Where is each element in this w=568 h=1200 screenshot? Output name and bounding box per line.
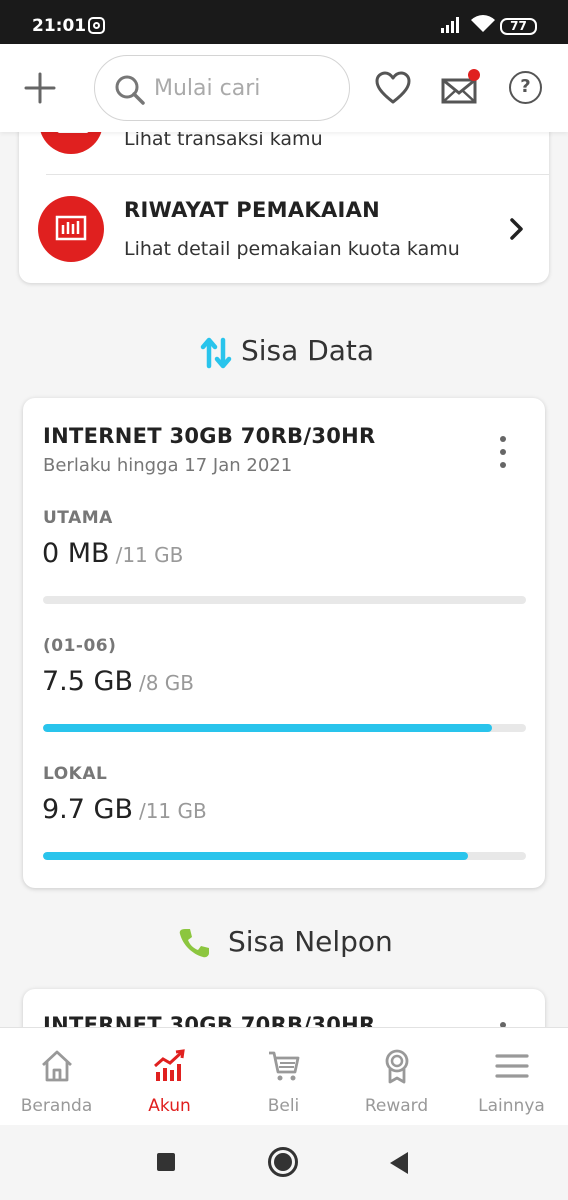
status-bar: 21:01 77 — [0, 0, 568, 44]
help-icon[interactable]: ? — [509, 71, 542, 104]
search-placeholder: Mulai cari — [154, 76, 261, 101]
quota-progress-fill — [43, 852, 469, 860]
nav-lainnya[interactable]: Lainnya — [455, 1028, 568, 1126]
quota-total: /11 GB — [138, 799, 207, 823]
battery-icon: 77 — [500, 18, 537, 35]
nav-beranda[interactable]: Beranda — [0, 1028, 113, 1126]
nav-akun[interactable]: Akun — [113, 1028, 226, 1126]
status-time: 21:01 — [32, 16, 87, 36]
quota-value: 0 MB/11 GB — [42, 538, 184, 569]
quota-value: 7.5 GB/8 GB — [42, 666, 195, 697]
usage-history-subtitle: Lihat detail pemakaian kuota kamu — [124, 238, 460, 260]
system-navigation-bar — [0, 1125, 568, 1200]
signal-icon — [441, 17, 459, 33]
home-button-icon[interactable] — [268, 1147, 298, 1177]
quota-progress-fill — [43, 724, 493, 732]
wishlist-heart-icon[interactable] — [374, 70, 412, 106]
top-app-bar: Mulai cari ? — [0, 44, 568, 132]
sisa-nelpon-header: Sisa Nelpon — [0, 925, 568, 965]
cart-icon — [268, 1051, 299, 1081]
nav-label: Akun — [148, 1096, 191, 1116]
usage-history-title[interactable]: RIWAYAT PEMAKAIAN — [124, 198, 380, 222]
quota-value: 9.7 GB/11 GB — [42, 794, 207, 825]
sisa-nelpon-title: Sisa Nelpon — [228, 925, 393, 958]
quota-label: UTAMA — [43, 508, 113, 528]
quota-progress-bar — [43, 596, 526, 604]
nav-reward[interactable]: Reward — [340, 1028, 453, 1126]
nav-label: Lainnya — [478, 1096, 545, 1116]
home-icon — [41, 1050, 72, 1082]
quota-total: /8 GB — [138, 671, 195, 695]
package-name: INTERNET 30GB 70RB/30HR — [43, 424, 376, 448]
nav-label: Beranda — [20, 1096, 93, 1116]
nav-label: Reward — [364, 1096, 429, 1116]
wifi-icon — [471, 15, 495, 32]
chart-icon — [153, 1049, 185, 1081]
bottom-navigation: Beranda Akun Beli Reward Lainnya — [0, 1027, 568, 1125]
phone-icon — [179, 929, 209, 958]
quota-progress-bar — [43, 724, 526, 732]
nav-label: Beli — [267, 1096, 300, 1116]
back-icon[interactable] — [390, 1152, 408, 1174]
add-icon[interactable] — [20, 68, 60, 108]
quota-label: LOKAL — [43, 764, 108, 784]
data-transfer-icon — [200, 337, 232, 369]
divider — [46, 174, 549, 175]
menu-icon — [494, 1054, 529, 1078]
recent-apps-icon[interactable] — [157, 1153, 175, 1171]
sisa-data-title: Sisa Data — [241, 334, 375, 367]
usage-history-icon — [38, 196, 104, 262]
sisa-data-header: Sisa Data — [0, 334, 568, 374]
medal-icon — [385, 1049, 408, 1084]
quota-total: /11 GB — [115, 543, 184, 567]
chevron-right-icon[interactable] — [507, 217, 527, 241]
quota-progress-bar — [43, 852, 526, 860]
nav-beli[interactable]: Beli — [227, 1028, 340, 1126]
bar-chart-icon — [55, 215, 87, 241]
package-validity: Berlaku hingga 17 Jan 2021 — [43, 455, 293, 476]
quota-label: (01-06) — [43, 636, 117, 656]
more-options-icon[interactable] — [493, 434, 513, 470]
search-input[interactable]: Mulai cari — [94, 55, 350, 121]
instagram-icon — [88, 17, 105, 34]
search-icon — [115, 75, 145, 105]
data-package-card: INTERNET 30GB 70RB/30HR Berlaku hingga 1… — [23, 398, 545, 888]
inbox-mail-icon[interactable] — [440, 68, 482, 108]
